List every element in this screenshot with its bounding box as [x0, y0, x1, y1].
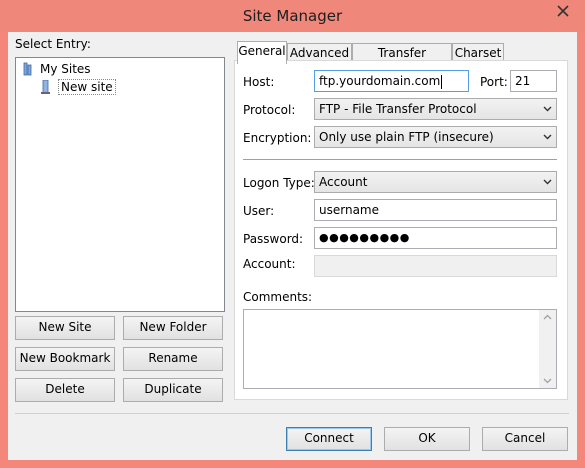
tab-general[interactable]: General: [237, 41, 287, 64]
server-icon: [41, 80, 50, 94]
connect-button[interactable]: Connect: [286, 427, 372, 451]
port-label: Port:: [480, 75, 508, 89]
new-folder-button[interactable]: New Folder: [123, 316, 223, 340]
tree-item-new-site[interactable]: New site: [40, 79, 116, 95]
duplicate-button[interactable]: Duplicate: [123, 378, 223, 402]
host-label: Host:: [243, 75, 275, 89]
account-label: Account:: [243, 257, 296, 271]
separator: [243, 159, 557, 160]
logon-type-value: Account: [319, 175, 368, 189]
tree-item-my-sites[interactable]: My Sites: [22, 61, 93, 77]
port-input[interactable]: 21: [510, 70, 557, 92]
tree-item-label: New site: [58, 79, 116, 95]
chevron-down-icon: [543, 179, 552, 185]
encryption-select[interactable]: Only use plain FTP (insecure): [314, 126, 557, 148]
select-entry-label: Select Entry:: [15, 37, 91, 51]
chevron-down-icon: [543, 134, 552, 140]
close-icon: [557, 5, 569, 17]
protocol-value: FTP - File Transfer Protocol: [319, 102, 477, 116]
password-label: Password:: [243, 232, 304, 246]
scroll-up-icon[interactable]: [543, 314, 552, 320]
new-bookmark-button[interactable]: New Bookmark: [15, 347, 115, 371]
host-input[interactable]: ftp.yourdomain.com: [314, 70, 469, 92]
rename-button[interactable]: Rename: [123, 347, 223, 371]
protocol-select[interactable]: FTP - File Transfer Protocol: [314, 98, 557, 120]
folder-icon: [23, 62, 32, 76]
logon-type-label: Logon Type:: [243, 176, 315, 190]
general-tab-panel: Host: ftp.yourdomain.com Port: 21 Protoc…: [234, 60, 568, 400]
window-title: Site Manager: [242, 7, 343, 25]
ok-button[interactable]: OK: [384, 427, 470, 451]
comments-label: Comments:: [243, 290, 313, 304]
encryption-label: Encryption:: [243, 131, 312, 145]
new-site-button[interactable]: New Site: [15, 316, 115, 340]
text-caret: [441, 74, 443, 89]
user-input[interactable]: username: [314, 199, 557, 221]
cancel-button[interactable]: Cancel: [482, 427, 568, 451]
account-input: [314, 255, 557, 277]
logon-type-select[interactable]: Account: [314, 171, 557, 193]
tree-item-label: My Sites: [40, 62, 91, 76]
comments-textarea[interactable]: [243, 309, 557, 389]
password-input[interactable]: ●●●●●●●●●: [314, 227, 557, 249]
host-value: ftp.yourdomain.com: [319, 74, 441, 88]
user-label: User:: [243, 204, 275, 218]
footer-separator: [15, 413, 569, 414]
close-button[interactable]: [549, 2, 577, 20]
protocol-label: Protocol:: [243, 103, 296, 117]
site-tree[interactable]: My Sites New site: [15, 57, 225, 312]
dialog-body: Select Entry: My Sites New site New Site…: [8, 32, 577, 460]
comments-scrollbar[interactable]: [539, 310, 556, 388]
scroll-down-icon[interactable]: [543, 378, 552, 384]
title-bar: Site Manager: [0, 0, 585, 32]
delete-button[interactable]: Delete: [15, 378, 115, 402]
chevron-down-icon: [543, 106, 552, 112]
encryption-value: Only use plain FTP (insecure): [319, 130, 494, 144]
